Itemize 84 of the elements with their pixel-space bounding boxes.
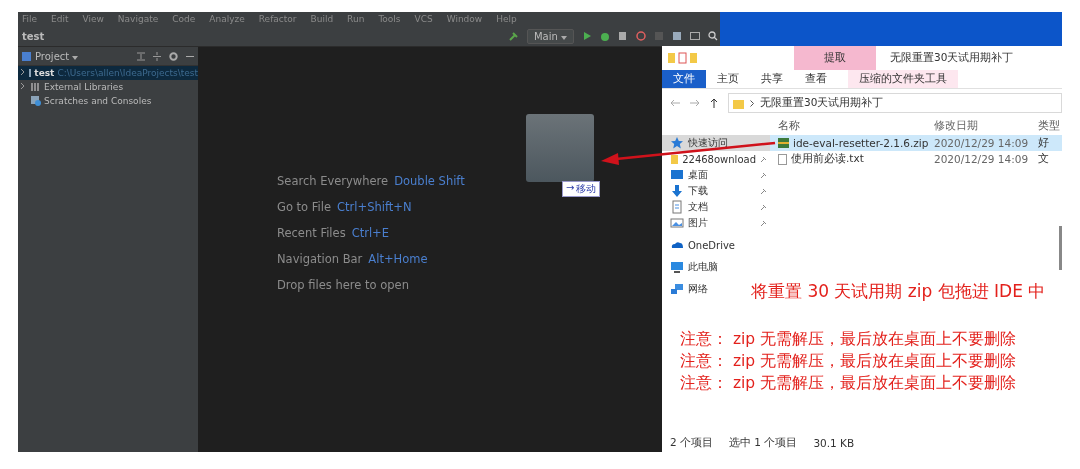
nav-item[interactable]: 网络 bbox=[662, 281, 712, 297]
nav-item[interactable]: 桌面 bbox=[662, 167, 770, 183]
collapse-icon[interactable] bbox=[137, 51, 145, 61]
hint-label: Go to File bbox=[277, 200, 332, 214]
tree-label: test bbox=[34, 68, 55, 78]
status-text: 30.1 KB bbox=[813, 437, 855, 449]
search-icon[interactable] bbox=[708, 31, 718, 41]
chevron-icon bbox=[750, 99, 754, 107]
back-icon[interactable] bbox=[670, 99, 680, 107]
bug-icon[interactable] bbox=[600, 31, 610, 41]
nav-item[interactable]: OneDrive bbox=[662, 237, 740, 253]
column-header[interactable]: 修改日期 bbox=[934, 119, 1038, 133]
project-name: test bbox=[22, 30, 45, 42]
terminal-icon[interactable] bbox=[690, 31, 700, 41]
tree-item[interactable]: Scratches and Consoles bbox=[18, 94, 198, 108]
window-title: 无限重置30天试用期补丁 bbox=[890, 51, 1014, 65]
nav-item[interactable]: 下载 bbox=[662, 183, 770, 199]
shortcut-label: Double Shift bbox=[394, 174, 465, 188]
context-tab[interactable]: 提取 bbox=[794, 46, 876, 70]
column-header[interactable]: 类型 bbox=[1038, 119, 1060, 133]
file-type: 文 bbox=[1038, 152, 1049, 166]
picture-icon bbox=[670, 216, 684, 230]
hint-label: Recent Files bbox=[277, 226, 346, 240]
library-icon bbox=[31, 82, 41, 92]
nav-item[interactable]: 图片 bbox=[662, 215, 770, 231]
ribbon-tab[interactable]: 文件 bbox=[662, 70, 706, 88]
breadcrumb[interactable]: 无限重置30天试用期补丁 bbox=[760, 96, 884, 110]
column-header[interactable]: 名称 bbox=[770, 119, 934, 133]
shortcut-label: Ctrl+E bbox=[351, 226, 389, 240]
file-name: ide-eval-resetter-2.1.6.zip bbox=[793, 137, 929, 149]
shortcut-label: Alt+Home bbox=[368, 252, 428, 266]
tree-label: External Libraries bbox=[44, 82, 124, 92]
status-text: 选中 1 个项目 bbox=[729, 436, 798, 450]
file-name: 使用前必读.txt bbox=[791, 152, 864, 166]
annotation-note: 注意： zip 无需解压，最后放在桌面上不要删除 bbox=[680, 329, 1017, 350]
download-icon bbox=[670, 184, 684, 198]
caret-icon bbox=[72, 55, 79, 60]
drag-label: → 移动 bbox=[562, 181, 601, 197]
status-text: 2 个项目 bbox=[670, 436, 714, 450]
caret-icon bbox=[561, 35, 567, 40]
annotation-note: 注意： zip 无需解压，最后放在桌面上不要删除 bbox=[680, 351, 1017, 372]
annotation-title: 将重置 30 天试用期 zip 包拖进 IDE 中 bbox=[751, 280, 1046, 303]
expand-icon[interactable] bbox=[153, 51, 161, 61]
nav-item[interactable]: 22468ownload bbox=[662, 151, 770, 167]
play-icon[interactable] bbox=[582, 31, 592, 41]
ribbon-tab[interactable]: 查看 bbox=[794, 70, 838, 88]
tree-label: Scratches and Consoles bbox=[44, 96, 152, 106]
desktop-icon bbox=[670, 168, 684, 182]
drop-hint: Drop files here to open bbox=[277, 277, 409, 293]
scratch-icon bbox=[31, 96, 41, 106]
panel-icon bbox=[22, 51, 31, 61]
file-row[interactable]: ide-eval-resetter-2.1.6.zip 2020/12/29 14:09 好 bbox=[770, 135, 1062, 151]
run-config-dropdown[interactable]: Main bbox=[526, 28, 574, 44]
shortcut-label: Ctrl+Shift+N bbox=[337, 200, 412, 214]
scrollbar[interactable] bbox=[1059, 226, 1062, 270]
nav-item[interactable]: 此电脑 bbox=[662, 259, 722, 275]
file-date: 2020/12/29 14:09 bbox=[934, 137, 1030, 149]
forward-icon[interactable] bbox=[690, 99, 700, 107]
panel-title[interactable]: Project bbox=[35, 50, 79, 62]
hint-label: Search Everywhere bbox=[277, 174, 389, 188]
ribbon-tab[interactable]: 压缩的文件夹工具 bbox=[848, 70, 958, 88]
computer-icon bbox=[670, 260, 684, 274]
document-icon bbox=[670, 200, 684, 214]
tree-item[interactable]: External Libraries bbox=[18, 80, 198, 94]
ribbon-tab[interactable]: 主页 bbox=[706, 70, 750, 88]
annotation-note: 注意： zip 无需解压，最后放在桌面上不要删除 bbox=[680, 373, 1017, 394]
drag-preview bbox=[526, 114, 594, 182]
network-icon bbox=[670, 282, 684, 296]
star-icon bbox=[670, 136, 684, 150]
file-date: 2020/12/29 14:09 bbox=[934, 153, 1030, 165]
tree-path: C:\Users\allen\IdeaProjects\test bbox=[57, 68, 198, 78]
hint-label: Navigation Bar bbox=[277, 252, 363, 266]
archive-icon bbox=[778, 138, 789, 148]
settings-icon[interactable] bbox=[169, 51, 178, 61]
nav-item[interactable]: 快速访问 bbox=[662, 135, 770, 151]
text-file-icon bbox=[778, 153, 787, 165]
tree-item[interactable]: test C:\Users\allen\IdeaProjects\test bbox=[18, 66, 198, 80]
address-bar[interactable]: 无限重置30天试用期补丁 bbox=[728, 93, 1062, 113]
nav-item[interactable]: 文档 bbox=[662, 199, 770, 215]
file-type: 好 bbox=[1038, 136, 1049, 150]
file-row[interactable]: 使用前必读.txt 2020/12/29 14:09 文 bbox=[770, 151, 1062, 167]
hammer-icon[interactable] bbox=[508, 31, 519, 41]
ribbon-tab[interactable]: 共享 bbox=[750, 70, 794, 88]
up-arrow-icon[interactable] bbox=[710, 98, 718, 108]
